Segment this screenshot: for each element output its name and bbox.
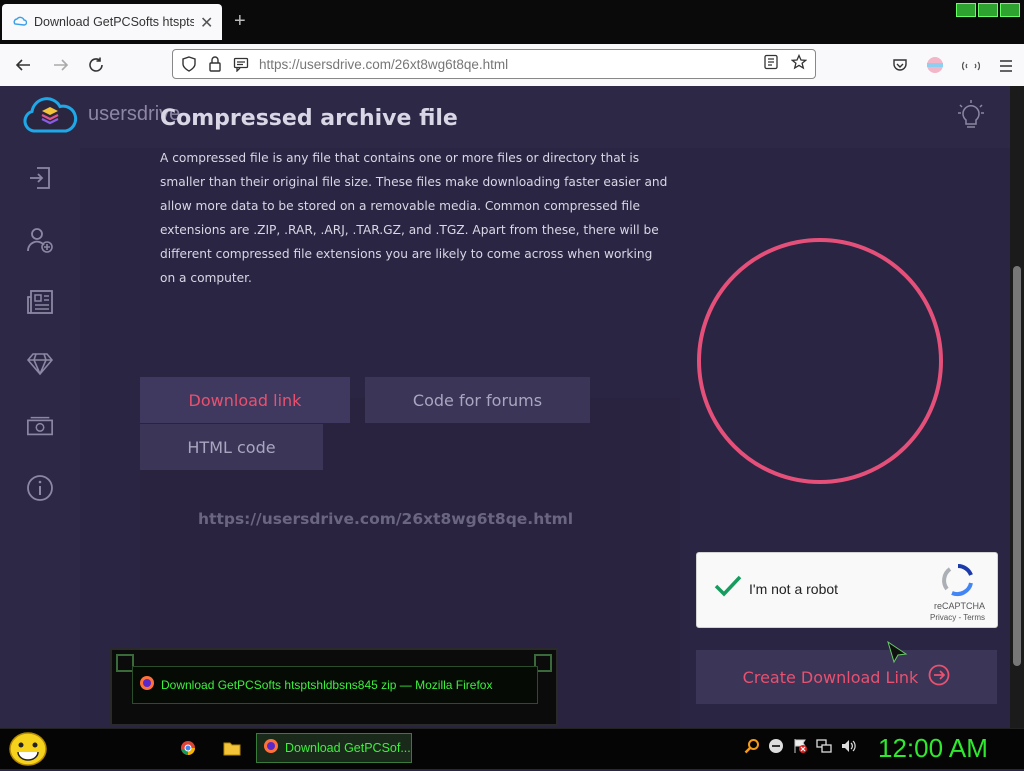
tooltip-frame: Download GetPCSofts htsptshldbsns845 zip…	[132, 666, 538, 704]
create-download-link-button[interactable]: Create Download Link	[696, 650, 997, 704]
description-text: A compressed file is any file that conta…	[160, 151, 668, 285]
chrome-icon[interactable]	[178, 738, 198, 758]
tab-html-code[interactable]: HTML code	[140, 424, 323, 470]
browser-toolbar: https://usersdrive.com/26xt8wg6t8qe.html	[0, 44, 1024, 87]
sidebar	[0, 148, 80, 728]
firefox-icon	[139, 675, 155, 695]
maximize-button[interactable]	[978, 3, 998, 17]
recaptcha-logo-icon	[941, 563, 975, 601]
page-title: Compressed archive file	[160, 106, 458, 131]
scrollbar-thumb[interactable]	[1013, 266, 1021, 666]
taskbar-task-label: Download GetPCSof...	[285, 741, 411, 755]
search-icon[interactable]	[744, 738, 760, 758]
menu-icon[interactable]	[998, 58, 1014, 77]
folder-icon[interactable]	[222, 738, 242, 758]
captcha-label: I'm not a robot	[749, 581, 839, 597]
browser-tab-strip: Download GetPCSofts htsptshl ✕ +	[0, 0, 1024, 44]
browser-tab[interactable]: Download GetPCSofts htsptshl ✕	[2, 4, 222, 40]
lock-icon[interactable]	[205, 54, 225, 74]
page-scrollbar[interactable]	[1010, 86, 1024, 728]
close-window-button[interactable]	[1000, 3, 1020, 17]
info-icon[interactable]	[26, 474, 54, 502]
download-link-text[interactable]: https://usersdrive.com/26xt8wg6t8qe.html	[198, 510, 573, 528]
arrow-circle-icon	[928, 664, 950, 690]
taskbar-firefox-task[interactable]: Download GetPCSof...	[256, 733, 412, 763]
os-taskbar	[0, 728, 1024, 769]
cash-icon[interactable]	[26, 412, 54, 440]
page-favicon-icon	[12, 14, 28, 30]
url-text[interactable]: https://usersdrive.com/26xt8wg6t8qe.html	[259, 57, 763, 72]
bookmark-star-icon[interactable]	[790, 53, 808, 74]
url-host: https://usersdrive.com	[259, 56, 392, 72]
volume-icon[interactable]	[840, 738, 856, 758]
toolbar-right	[892, 56, 1014, 78]
minus-circle-icon[interactable]	[768, 738, 784, 758]
taskbar-clock[interactable]: 12:00 AM	[878, 733, 988, 764]
captcha-checkmark-icon[interactable]	[713, 573, 743, 603]
back-icon[interactable]	[12, 54, 34, 76]
create-button-label: Create Download Link	[742, 667, 919, 687]
add-user-icon[interactable]	[26, 226, 54, 254]
address-bar[interactable]: https://usersdrive.com/26xt8wg6t8qe.html	[172, 49, 816, 79]
lightbulb-icon[interactable]	[958, 100, 984, 134]
mouse-cursor-icon	[886, 640, 910, 668]
account-icon[interactable]	[926, 56, 944, 78]
pocket-icon[interactable]	[892, 57, 908, 77]
flag-icon[interactable]	[792, 738, 808, 758]
network-icon[interactable]	[816, 738, 832, 758]
firefox-task-icon	[263, 738, 279, 758]
login-icon[interactable]	[26, 164, 54, 192]
loading-circle	[697, 238, 943, 484]
recaptcha-links[interactable]: Privacy - Terms	[930, 613, 985, 622]
forward-icon[interactable]	[50, 54, 72, 76]
site-header: usersdrive	[0, 86, 1010, 148]
extension-icon[interactable]	[961, 58, 981, 77]
system-tray	[744, 738, 856, 758]
logo-cloud-icon[interactable]	[22, 95, 78, 139]
window-controls	[956, 3, 1020, 17]
recaptcha-widget: I'm not a robot reCAPTCHA Privacy - Term…	[696, 552, 998, 628]
shield-icon[interactable]	[179, 54, 199, 74]
tab-close-icon[interactable]: ✕	[200, 13, 213, 32]
tooltip-label: Download GetPCSofts htsptshldbsns845 zip…	[161, 678, 493, 692]
tab-download-link[interactable]: Download link	[140, 377, 350, 423]
new-tab-button[interactable]: +	[234, 10, 246, 33]
tab-title: Download GetPCSofts htsptshl	[34, 15, 194, 29]
minimize-button[interactable]	[956, 3, 976, 17]
diamond-icon[interactable]	[26, 350, 54, 378]
tab-code-for-forums[interactable]: Code for forums	[365, 377, 590, 423]
reload-icon[interactable]	[85, 54, 107, 76]
permissions-icon[interactable]	[231, 54, 251, 74]
recaptcha-brand: reCAPTCHA	[933, 601, 985, 611]
start-smiley-icon[interactable]	[8, 731, 48, 771]
reader-view-icon[interactable]	[763, 54, 779, 74]
url-path: /26xt8wg6t8qe.html	[391, 56, 509, 72]
taskbar-tooltip: Download GetPCSofts htsptshldbsns845 zip…	[110, 648, 558, 726]
news-icon[interactable]	[26, 288, 54, 316]
